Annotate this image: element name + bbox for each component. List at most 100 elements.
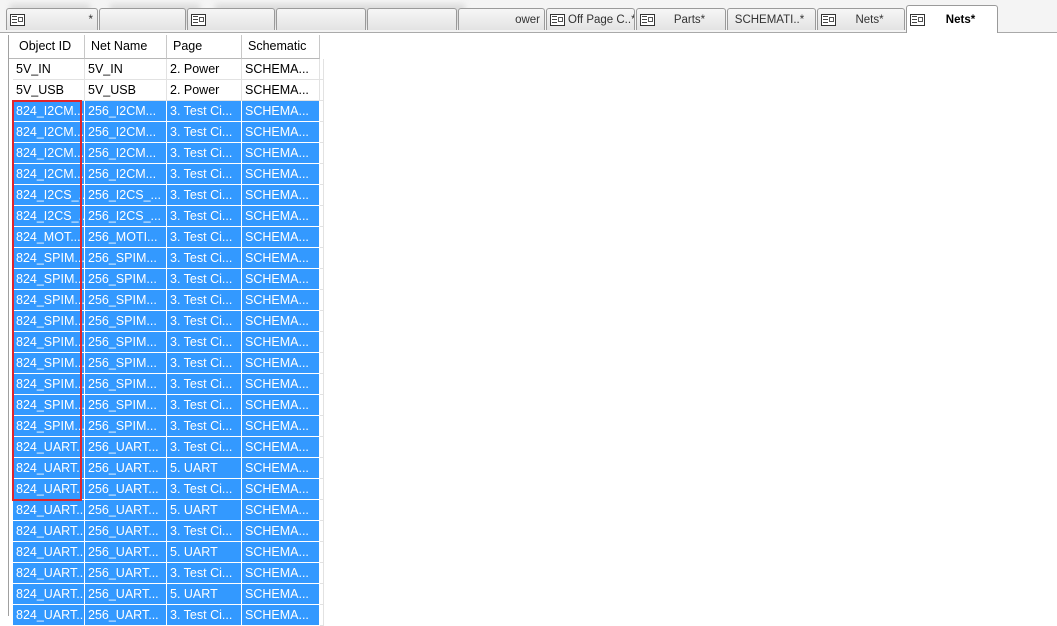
cell-object-id[interactable]: 824_UART...: [13, 500, 85, 521]
cell-page[interactable]: 3. Test Ci...: [167, 311, 242, 332]
cell-net-name[interactable]: 256_I2CM...: [85, 101, 167, 122]
cell-page[interactable]: 5. UART: [167, 584, 242, 605]
table-row[interactable]: 824_I2CM... 256_I2CM... 3. Test Ci... SCHEM…: [9, 164, 324, 185]
cell-net-name[interactable]: 256_SPIM...: [85, 332, 167, 353]
table-row[interactable]: 5V_USB 5V_USB 2. Power SCHEMA...: [9, 80, 324, 101]
cell-schematic[interactable]: SCHEMA...: [242, 206, 320, 227]
table-row[interactable]: 824_SPIM... 256_SPIM... 3. Test Ci... SCHEM…: [9, 395, 324, 416]
cell-page[interactable]: 3. Test Ci...: [167, 269, 242, 290]
cell-schematic[interactable]: SCHEMA...: [242, 542, 320, 563]
table-row[interactable]: 824_SPIM... 256_SPIM... 3. Test Ci... SCHEM…: [9, 416, 324, 437]
cell-schematic[interactable]: SCHEMA...: [242, 584, 320, 605]
cell-object-id[interactable]: 824_SPIM...: [13, 395, 85, 416]
table-row[interactable]: 824_SPIM... 256_SPIM... 3. Test Ci... SCHEM…: [9, 374, 324, 395]
table-row[interactable]: 824_UART... 256_UART... 3. Test Ci... SCHEM…: [9, 479, 324, 500]
table-row[interactable]: 824_SPIM... 256_SPIM... 3. Test Ci... SCHEM…: [9, 311, 324, 332]
tab-schematics[interactable]: SCHEMATI..*: [727, 8, 816, 30]
table-row[interactable]: 824_I2CS_... 256_I2CS_... 3. Test Ci... SCH…: [9, 185, 324, 206]
cell-net-name[interactable]: 256_UART...: [85, 458, 167, 479]
cell-net-name[interactable]: 256_UART...: [85, 500, 167, 521]
cell-net-name[interactable]: 256_I2CM...: [85, 122, 167, 143]
cell-object-id[interactable]: 824_I2CM...: [13, 164, 85, 185]
cell-net-name[interactable]: 256_SPIM...: [85, 374, 167, 395]
cell-net-name[interactable]: 256_SPIM...: [85, 248, 167, 269]
cell-page[interactable]: 3. Test Ci...: [167, 143, 242, 164]
cell-page[interactable]: 5. UART: [167, 500, 242, 521]
table-row[interactable]: 824_UART... 256_UART... 3. Test Ci... SCHEM…: [9, 521, 324, 542]
cell-object-id[interactable]: 824_SPIM...: [13, 374, 85, 395]
cell-net-name[interactable]: 5V_IN: [85, 59, 167, 80]
cell-object-id[interactable]: 5V_IN: [13, 59, 85, 80]
cell-object-id[interactable]: 824_I2CS_...: [13, 206, 85, 227]
cell-page[interactable]: 3. Test Ci...: [167, 563, 242, 584]
cell-schematic[interactable]: SCHEMA...: [242, 374, 320, 395]
table-row[interactable]: 824_UART... 256_UART... 5. UART SCHEMA...: [9, 458, 324, 479]
cell-net-name[interactable]: 256_SPIM...: [85, 395, 167, 416]
table-row[interactable]: 824_SPIM... 256_SPIM... 3. Test Ci... SCHEM…: [9, 353, 324, 374]
table-row[interactable]: 824_UART... 256_UART... 5. UART SCHEMA...: [9, 542, 324, 563]
cell-schematic[interactable]: SCHEMA...: [242, 332, 320, 353]
cell-object-id[interactable]: 824_SPIM...: [13, 248, 85, 269]
cell-schematic[interactable]: SCHEMA...: [242, 80, 320, 101]
cell-page[interactable]: 2. Power: [167, 80, 242, 101]
cell-object-id[interactable]: 824_MOT...: [13, 227, 85, 248]
table-row[interactable]: 824_MOT... 256_MOTI... 3. Test Ci... SCHEMA…: [9, 227, 324, 248]
cell-object-id[interactable]: 824_SPIM...: [13, 416, 85, 437]
cell-schematic[interactable]: SCHEMA...: [242, 227, 320, 248]
tab-nets-active[interactable]: Nets*: [906, 5, 998, 33]
tab-nets[interactable]: Nets*: [817, 8, 905, 30]
cell-net-name[interactable]: 256_I2CS_...: [85, 185, 167, 206]
cell-page[interactable]: 3. Test Ci...: [167, 374, 242, 395]
tab-2[interactable]: [99, 8, 186, 30]
table-row[interactable]: 824_SPIM... 256_SPIM... 3. Test Ci... SCHEM…: [9, 248, 324, 269]
table-row[interactable]: 824_UART... 256_UART... 3. Test Ci... SCHEM…: [9, 437, 324, 458]
cell-object-id[interactable]: 824_SPIM...: [13, 353, 85, 374]
cell-page[interactable]: 3. Test Ci...: [167, 227, 242, 248]
cell-net-name[interactable]: 256_I2CS_...: [85, 206, 167, 227]
cell-object-id[interactable]: 824_I2CM...: [13, 143, 85, 164]
tab-1[interactable]: *: [6, 8, 98, 30]
cell-schematic[interactable]: SCHEMA...: [242, 416, 320, 437]
cell-net-name[interactable]: 256_UART...: [85, 437, 167, 458]
cell-net-name[interactable]: 256_UART...: [85, 542, 167, 563]
cell-object-id[interactable]: 824_UART...: [13, 563, 85, 584]
cell-net-name[interactable]: 256_MOTI...: [85, 227, 167, 248]
cell-net-name[interactable]: 256_UART...: [85, 479, 167, 500]
cell-schematic[interactable]: SCHEMA...: [242, 101, 320, 122]
cell-schematic[interactable]: SCHEMA...: [242, 458, 320, 479]
cell-page[interactable]: 3. Test Ci...: [167, 479, 242, 500]
cell-page[interactable]: 3. Test Ci...: [167, 332, 242, 353]
cell-page[interactable]: 5. UART: [167, 542, 242, 563]
cell-page[interactable]: 3. Test Ci...: [167, 290, 242, 311]
column-header-net-name[interactable]: Net Name: [85, 35, 167, 59]
cell-object-id[interactable]: 824_I2CM...: [13, 122, 85, 143]
cell-object-id[interactable]: 824_UART...: [13, 458, 85, 479]
table-row[interactable]: 824_UART... 256_UART... 5. UART SCHEMA...: [9, 584, 324, 605]
tab-off-page-connectors[interactable]: Off Page C..*: [546, 8, 635, 30]
cell-page[interactable]: 5. UART: [167, 458, 242, 479]
tab-3[interactable]: [187, 8, 275, 30]
cell-page[interactable]: 3. Test Ci...: [167, 416, 242, 437]
cell-schematic[interactable]: SCHEMA...: [242, 59, 320, 80]
cell-page[interactable]: 2. Power: [167, 59, 242, 80]
cell-page[interactable]: 3. Test Ci...: [167, 353, 242, 374]
cell-schematic[interactable]: SCHEMA...: [242, 164, 320, 185]
cell-net-name[interactable]: 256_I2CM...: [85, 164, 167, 185]
cell-schematic[interactable]: SCHEMA...: [242, 437, 320, 458]
cell-schematic[interactable]: SCHEMA...: [242, 521, 320, 542]
cell-page[interactable]: 3. Test Ci...: [167, 395, 242, 416]
cell-object-id[interactable]: 5V_USB: [13, 80, 85, 101]
cell-schematic[interactable]: SCHEMA...: [242, 395, 320, 416]
cell-schematic[interactable]: SCHEMA...: [242, 311, 320, 332]
cell-net-name[interactable]: 256_UART...: [85, 563, 167, 584]
table-row[interactable]: 824_I2CM... 256_I2CM... 3. Test Ci... SCHEM…: [9, 101, 324, 122]
cell-page[interactable]: 3. Test Ci...: [167, 521, 242, 542]
cell-page[interactable]: 3. Test Ci...: [167, 164, 242, 185]
cell-net-name[interactable]: 256_SPIM...: [85, 416, 167, 437]
cell-object-id[interactable]: 824_UART...: [13, 521, 85, 542]
cell-object-id[interactable]: 824_I2CM...: [13, 101, 85, 122]
cell-page[interactable]: 3. Test Ci...: [167, 101, 242, 122]
table-row[interactable]: 824_I2CM... 256_I2CM... 3. Test Ci... SCHEM…: [9, 143, 324, 164]
cell-object-id[interactable]: 824_SPIM...: [13, 332, 85, 353]
table-row[interactable]: 824_UART... 256_UART... 3. Test Ci... SCHEM…: [9, 563, 324, 584]
